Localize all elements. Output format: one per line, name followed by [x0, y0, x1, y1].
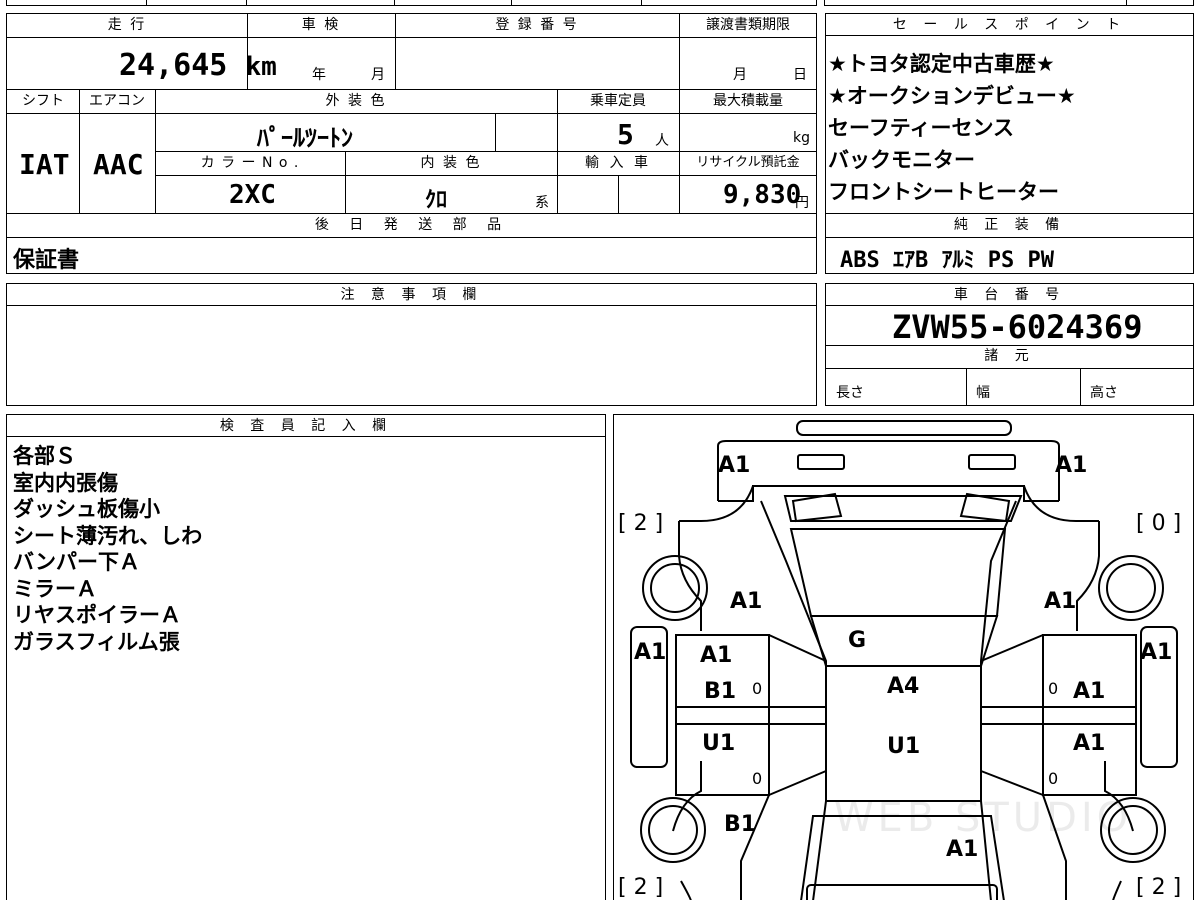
later-parts-label: 後 日 発 送 部 品: [314, 217, 510, 233]
zero-mark: 0: [1048, 679, 1059, 698]
interior-suffix: 系: [535, 195, 549, 211]
tire-rear-left: [ 2 ]: [618, 875, 664, 900]
interior-label: 内 装 色: [420, 155, 482, 171]
mileage-value: 24,645 km: [119, 48, 277, 83]
equipment-value: ABS ｴｱB ｱﾙﾐ PS PW: [840, 248, 1054, 273]
list-item: リヤスポイラーＡ: [13, 603, 181, 627]
sales-points-box: セ ー ル ス ポ イ ン ト ★トヨタ認定中古車歴★ ★オークションデビュー★…: [825, 13, 1194, 274]
registration-label: 登 録 番 号: [495, 17, 579, 33]
spec-length: 長さ: [836, 385, 864, 401]
tire-rear-right: [ 2 ]: [1136, 875, 1182, 900]
deadline-label: 譲渡書類期限: [706, 17, 790, 33]
car-diagram: A1 A1 A1 A1 A1 A1 G A1 B1 U1 A4 U1 A1 A1…: [613, 414, 1194, 900]
max-load-label: 最大積載量: [713, 93, 783, 109]
capacity-label: 乗車定員: [590, 93, 646, 109]
recycle-label: リサイクル預託金: [696, 155, 800, 170]
spec-height: 高さ: [1090, 385, 1118, 401]
list-item: バンパー下Ａ: [13, 550, 141, 574]
chassis-box: 車 台 番 号 ZVW55-6024369 諸 元 長さ 幅 高さ: [825, 283, 1194, 406]
recycle-unit: 円: [795, 195, 809, 211]
list-item: シート薄汚れ、しわ: [13, 523, 203, 548]
chassis-header: 車 台 番 号: [826, 284, 1193, 306]
tire-front-left: [ 2 ]: [618, 511, 664, 536]
inspector-header: 検 査 員 記 入 欄: [7, 415, 605, 437]
specs-header: 諸 元: [984, 348, 1035, 364]
shift-value: IAT: [19, 148, 70, 181]
mark-rear-left-door: U1: [702, 731, 736, 756]
list-item: ★トヨタ認定中古車歴★: [828, 52, 1055, 76]
list-item: ダッシュ板傷小: [13, 497, 160, 521]
list-item: ★オークションデビュー★: [828, 84, 1076, 108]
notes-box: 注 意 事 項 欄: [6, 283, 817, 406]
mark-roof: G: [848, 628, 867, 653]
mileage-label: 走 行: [107, 17, 147, 33]
inspection-month-unit: 月: [371, 67, 385, 83]
exterior-label: 外 装 色: [325, 93, 387, 109]
mark-front-right-corner: A1: [1055, 453, 1088, 478]
sales-points-list: ★トヨタ認定中古車歴★ ★オークションデビュー★ セーフティーセンス バックモニ…: [828, 48, 1076, 208]
chassis-number: ZVW55-6024369: [892, 308, 1143, 346]
shift-label: シフト: [22, 93, 64, 109]
list-item: 各部Ｓ: [13, 444, 76, 468]
color-no-label: カ ラ ー N o .: [200, 155, 300, 171]
sales-points-header: セ ー ル ス ポ イ ン ト: [826, 14, 1193, 36]
notes-header: 注 意 事 項 欄: [7, 284, 816, 306]
mark-right-mirror: A1: [1140, 640, 1173, 665]
list-item: 室内内張傷: [13, 470, 118, 495]
load-unit: kg: [793, 130, 810, 146]
inspection-label: 車 検: [301, 17, 341, 33]
inspector-box: 検 査 員 記 入 欄 各部Ｓ 室内内張傷 ダッシュ板傷小 シート薄汚れ、しわ …: [6, 414, 606, 900]
mark-front-right-door: A1: [1073, 679, 1106, 704]
list-item: セーフティーセンス: [828, 116, 1015, 140]
mark-front-left-door-2: B1: [704, 679, 737, 704]
top-strip: [6, 0, 1194, 6]
mark-right-fender: A1: [1044, 589, 1077, 614]
capacity-unit: 人: [655, 133, 669, 149]
list-item: フロントシートヒーター: [828, 180, 1059, 204]
exterior-value: ﾊﾟｰﾙﾂｰﾄﾝ: [257, 124, 353, 152]
inspection-year-unit: 年: [312, 67, 326, 83]
mark-front-left-door-1: A1: [700, 643, 733, 668]
mark-center-bottom: U1: [887, 734, 921, 759]
color-no-value: 2XC: [229, 180, 276, 210]
list-item: ミラーＡ: [13, 576, 97, 601]
aircon-label: エアコン: [89, 93, 145, 109]
mark-left-mirror: A1: [634, 640, 667, 665]
tire-front-right: [ 0 ]: [1136, 511, 1182, 536]
zero-mark: 0: [752, 769, 763, 788]
later-parts-value: 保証書: [13, 248, 80, 273]
list-item: バックモニター: [828, 148, 975, 172]
interior-value: ｸﾛ: [425, 188, 448, 213]
zero-mark: 0: [1048, 769, 1059, 788]
deadline-month: 月: [733, 67, 747, 83]
aircon-value: AAC: [93, 148, 144, 181]
capacity-value: 5: [617, 118, 634, 151]
deadline-day: 日: [793, 67, 807, 83]
watermark: WEB STUDIO: [834, 795, 1133, 841]
recycle-value: 9,830: [723, 180, 802, 210]
inspector-list: 各部Ｓ 室内内張傷 ダッシュ板傷小 シート薄汚れ、しわ バンパー下Ａ ミラーＡ …: [13, 443, 202, 655]
equipment-header: 純 正 装 備: [953, 217, 1066, 233]
import-label: 輸 入 車: [585, 155, 651, 171]
mark-left-fender: A1: [730, 589, 763, 614]
mark-front-left-corner: A1: [718, 453, 751, 478]
list-item: ガラスフィルム張: [13, 629, 180, 654]
mark-rear-left-quarter: B1: [724, 812, 757, 837]
zero-mark: 0: [752, 679, 763, 698]
mark-rear-right-door: A1: [1073, 731, 1106, 756]
mark-center-top: A4: [887, 674, 920, 699]
summary-box: 走 行 車 検 登 録 番 号 譲渡書類期限 24,645 km 年 月 月 日…: [6, 13, 817, 274]
spec-width: 幅: [976, 385, 990, 401]
